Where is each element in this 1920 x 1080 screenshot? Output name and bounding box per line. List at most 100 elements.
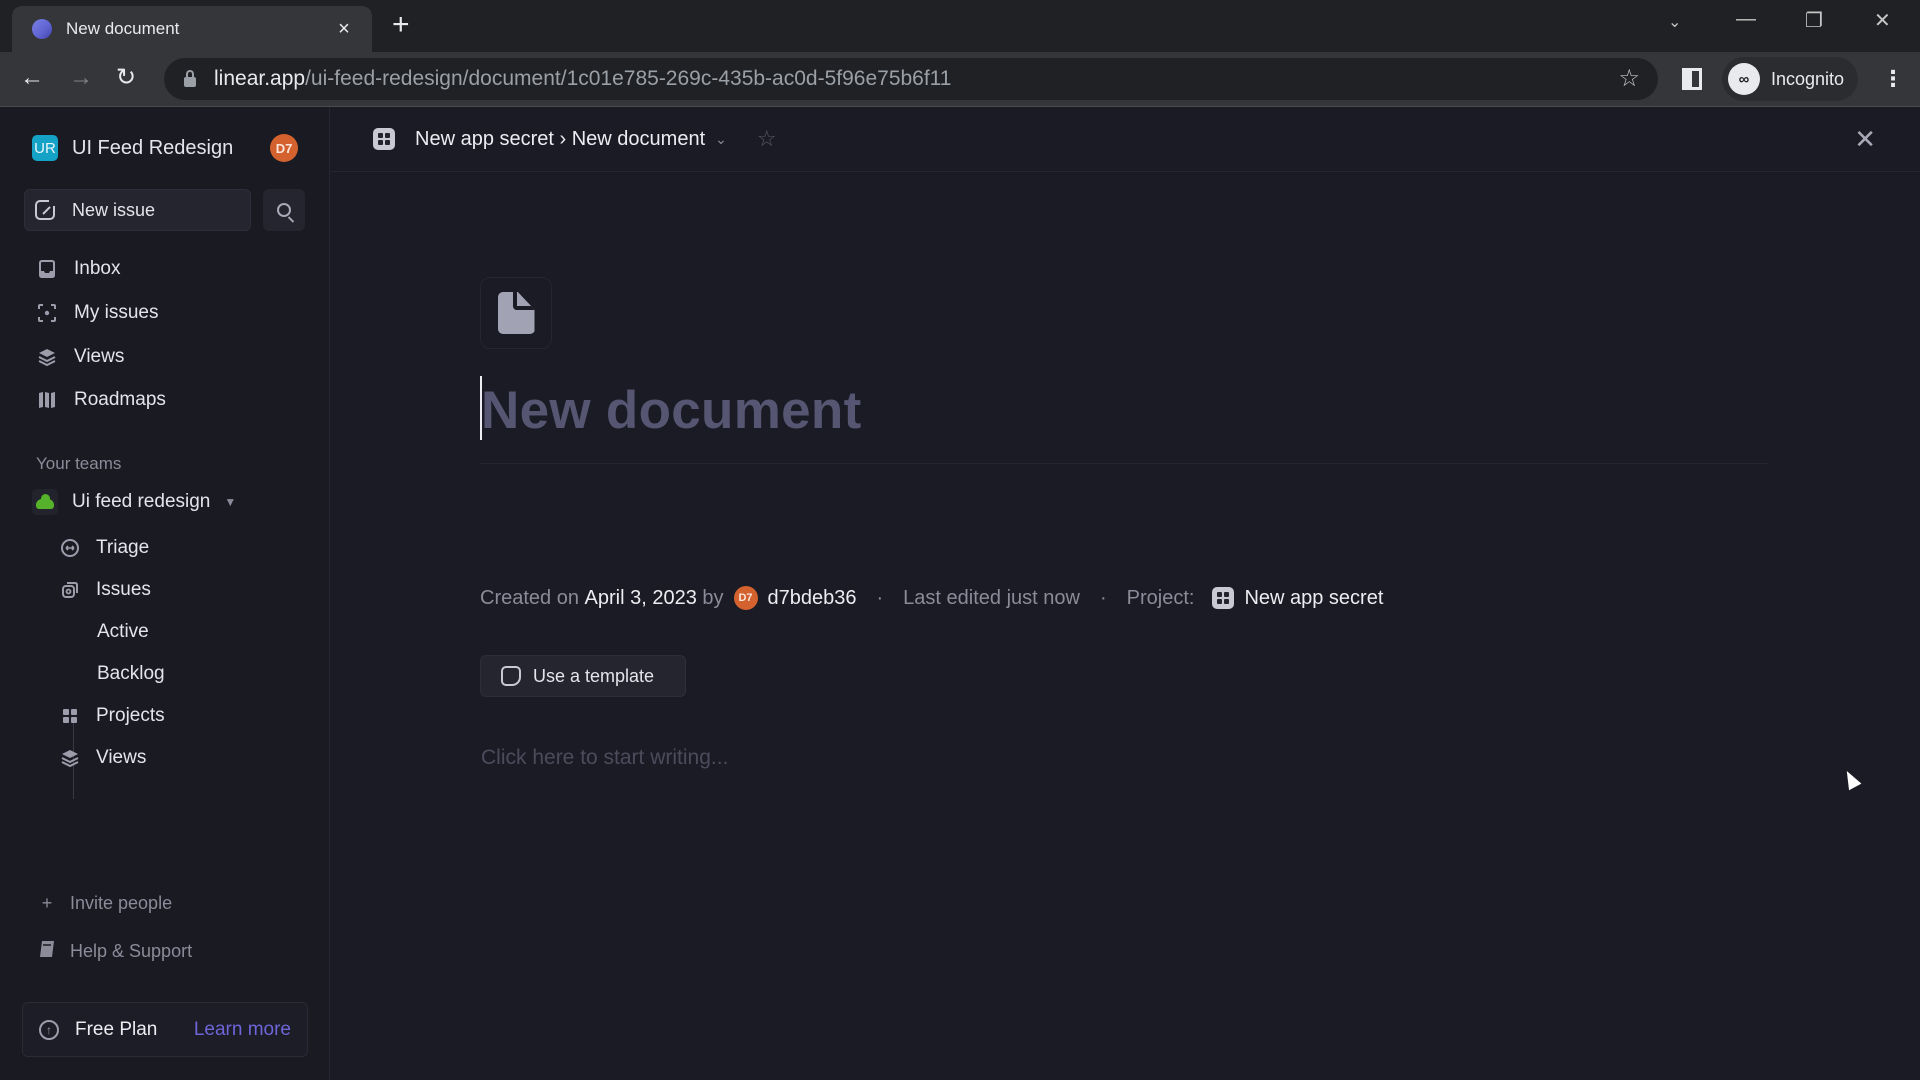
sidebar-item-projects[interactable]: Projects: [48, 698, 306, 734]
sidebar-item-label: Triage: [96, 537, 150, 558]
separator: ·: [1099, 586, 1107, 609]
free-plan-banner: ↑ Free Plan Learn more: [22, 1002, 308, 1057]
book-icon: [36, 940, 58, 963]
url-path: /ui-feed-redesign/document/1c01e785-269c…: [305, 67, 952, 90]
sidebar-item-label: Projects: [96, 705, 165, 726]
title-divider: [480, 463, 1768, 464]
close-document-icon[interactable]: ✕: [1854, 124, 1876, 155]
new-tab-button[interactable]: +: [392, 10, 410, 40]
project-link[interactable]: New app secret: [1244, 587, 1383, 610]
sidebar: UR UI Feed Redesign D7 New issue Inbox M…: [0, 107, 330, 1080]
linear-favicon-icon: [32, 19, 52, 39]
use-template-button[interactable]: Use a template: [480, 655, 686, 697]
invite-people-label: Invite people: [70, 892, 173, 913]
document-body: New document Created on April 3, 2023 by…: [480, 277, 1770, 769]
created-prefix: Created on: [480, 586, 579, 609]
document-meta: Created on April 3, 2023 by D7 d7bdeb36 …: [480, 586, 1383, 610]
caret-down-icon[interactable]: ▼: [224, 495, 236, 509]
incognito-label: Incognito: [1771, 68, 1845, 89]
last-edited: Last edited just now: [903, 586, 1080, 609]
separator: ·: [876, 586, 884, 609]
browser-tab-strip: New document × + ⌄ — ❐ ✕: [0, 0, 1920, 52]
views-icon: [36, 346, 58, 368]
minimize-icon[interactable]: —: [1736, 8, 1756, 31]
team-cloud-icon: [32, 489, 58, 515]
sidebar-item-label: Views: [96, 747, 147, 768]
browser-tab-active[interactable]: New document ×: [12, 6, 372, 52]
document-body-editor[interactable]: Click here to start writing...: [481, 746, 728, 770]
sidebar-item-label: Backlog: [97, 663, 165, 684]
my-issues-icon: [36, 302, 58, 324]
sidebar-item-my-issues[interactable]: My issues: [24, 294, 306, 332]
forward-icon[interactable]: →: [69, 64, 93, 92]
breadcrumb[interactable]: New app secret › New document: [415, 128, 705, 151]
sidebar-item-issues[interactable]: Issues: [48, 572, 306, 608]
linear-app: UR UI Feed Redesign D7 New issue Inbox M…: [0, 107, 1920, 1080]
plus-icon: +: [41, 892, 53, 913]
project-icon: [1212, 587, 1235, 609]
reload-icon[interactable]: ↻: [116, 64, 136, 92]
tab-title: New document: [66, 19, 180, 38]
bookmark-star-icon[interactable]: ☆: [1618, 64, 1640, 93]
sidebar-item-roadmaps[interactable]: Roadmaps: [24, 381, 306, 419]
sidebar-item-triage[interactable]: Triage: [48, 530, 306, 566]
sidebar-item-active[interactable]: Active: [72, 614, 306, 650]
issues-icon: [60, 580, 80, 600]
sidebar-item-backlog[interactable]: Backlog: [72, 656, 306, 692]
sidebar-item-label: My issues: [74, 302, 159, 323]
window-close-icon[interactable]: ✕: [1874, 8, 1891, 33]
address-bar[interactable]: linear.app /ui-feed-redesign/document/1c…: [164, 58, 1658, 100]
project-icon: [373, 128, 395, 150]
side-panel-icon[interactable]: [1682, 68, 1702, 90]
sidebar-item-label: Inbox: [74, 258, 121, 279]
incognito-profile-button[interactable]: ∞ Incognito: [1722, 57, 1858, 101]
workspace-name: UI Feed Redesign: [72, 136, 234, 159]
sidebar-item-team-views[interactable]: Views: [48, 740, 306, 776]
sidebar-item-views[interactable]: Views: [24, 338, 306, 376]
by-label: by: [702, 586, 724, 609]
workspace-switcher[interactable]: UR UI Feed Redesign: [32, 135, 233, 161]
tab-close-icon[interactable]: ×: [332, 18, 356, 41]
sidebar-item-inbox[interactable]: Inbox: [24, 250, 306, 288]
invite-people-button[interactable]: + Invite people: [36, 888, 172, 918]
incognito-icon: ∞: [1728, 63, 1760, 95]
sidebar-item-label: Roadmaps: [74, 389, 166, 410]
author-name[interactable]: d7bdeb36: [768, 587, 857, 610]
help-support-label: Help & Support: [70, 940, 193, 961]
browser-toolbar: ← → ↻ linear.app /ui-feed-redesign/docum…: [0, 52, 1920, 107]
new-issue-label: New issue: [72, 199, 156, 220]
help-support-button[interactable]: Help & Support: [36, 936, 192, 966]
document-icon-picker[interactable]: [480, 277, 552, 349]
document-header: New app secret › New document ⌄ ☆ ✕: [331, 107, 1920, 172]
roadmaps-icon: [36, 389, 58, 411]
views-icon: [60, 748, 80, 768]
search-button[interactable]: [263, 189, 305, 231]
template-icon: [501, 666, 521, 686]
lock-icon[interactable]: [184, 70, 196, 87]
team-name: Ui feed redesign: [72, 491, 211, 512]
document-icon: [497, 292, 535, 334]
new-issue-button[interactable]: New issue: [24, 189, 251, 231]
restore-icon[interactable]: ❐: [1805, 8, 1823, 33]
upgrade-arrow-icon: ↑: [39, 1019, 59, 1040]
user-avatar[interactable]: D7: [270, 134, 298, 162]
created-date: April 3, 2023: [584, 586, 697, 609]
team-ui-feed-redesign[interactable]: Ui feed redesign ▼: [32, 484, 236, 520]
plan-label: Free Plan: [75, 1018, 158, 1040]
chevron-down-icon[interactable]: ⌄: [715, 131, 727, 148]
compose-icon: [35, 198, 57, 220]
favorite-star-icon[interactable]: ☆: [757, 126, 777, 152]
tab-search-icon[interactable]: ⌄: [1668, 12, 1681, 32]
search-icon: [277, 203, 291, 217]
sidebar-item-label: Issues: [96, 579, 151, 600]
back-icon[interactable]: ←: [20, 64, 44, 92]
inbox-icon: [36, 258, 58, 280]
use-template-label: Use a template: [533, 665, 655, 686]
learn-more-link[interactable]: Learn more: [194, 1019, 291, 1041]
author-avatar: D7: [733, 586, 758, 610]
browser-menu-icon[interactable]: ⋮: [1882, 64, 1904, 94]
document-title-input[interactable]: New document: [481, 380, 862, 441]
projects-icon: [60, 706, 80, 726]
triage-icon: [60, 538, 80, 558]
project-label: Project:: [1126, 586, 1195, 609]
